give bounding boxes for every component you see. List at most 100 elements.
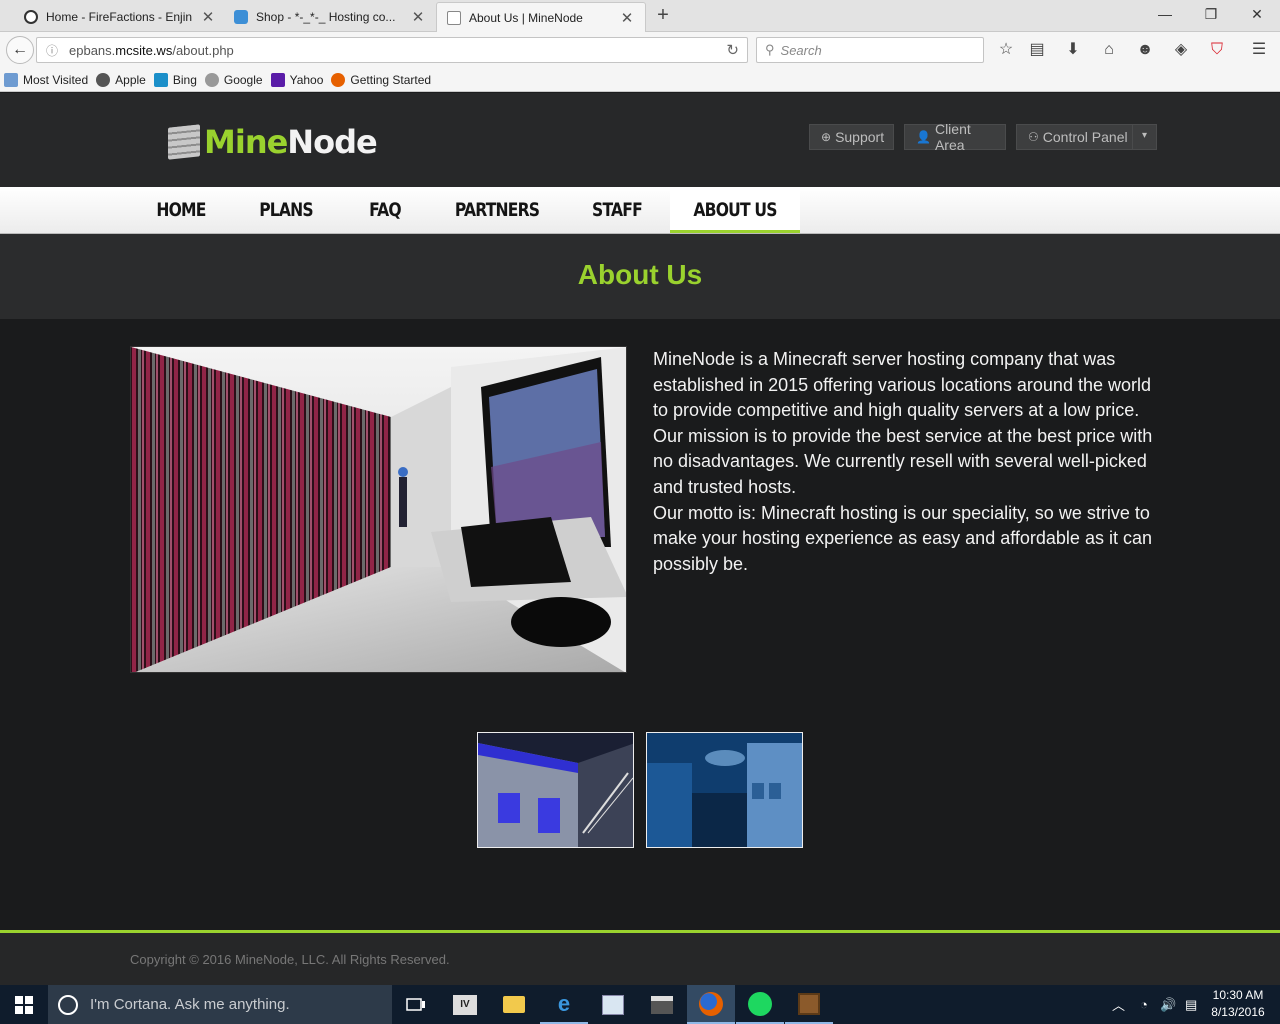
url-bar[interactable]: ⓘ epbans.mcsite.ws/about.php ↻ xyxy=(36,37,748,63)
logo-text-node: Node xyxy=(287,123,377,161)
close-tab-icon[interactable]: ✕ xyxy=(619,9,635,27)
apple-icon xyxy=(96,72,111,87)
new-tab-button[interactable]: + xyxy=(652,4,674,28)
search-icon: ⚲ xyxy=(765,42,775,57)
cortana-search-box[interactable]: I'm Cortana. Ask me anything. xyxy=(48,985,392,1024)
taskbar-spotify[interactable] xyxy=(736,985,784,1024)
taskbar-firefox[interactable] xyxy=(687,985,735,1024)
about-paragraph-2: Our mission is to provide the best servi… xyxy=(653,425,1153,497)
tab-shop[interactable]: Shop - *-_*-_ Hosting co... ✕ xyxy=(224,2,436,32)
task-view-icon xyxy=(406,997,425,1011)
bookmark-yahoo[interactable]: Yahoo xyxy=(270,72,323,87)
nav-partners[interactable]: PARTNERS xyxy=(450,187,543,233)
about-paragraph-1: MineNode is a Minecraft server hosting c… xyxy=(653,349,1151,421)
bookmark-most-visited[interactable]: Most Visited xyxy=(4,72,88,87)
search-input[interactable]: ⚲ Search xyxy=(756,37,984,63)
bookmark-getting-started[interactable]: Getting Started xyxy=(331,72,431,87)
bookmark-apple[interactable]: Apple xyxy=(96,72,146,87)
site-info-icon[interactable]: ⓘ xyxy=(41,42,63,59)
back-arrow-icon: ← xyxy=(12,41,28,58)
taskbar-file-explorer[interactable] xyxy=(490,985,538,1024)
gallery-thumbnail-facility[interactable] xyxy=(477,732,634,848)
chevron-up-icon: ︿ xyxy=(1112,998,1126,1013)
clapperboard-icon xyxy=(651,995,673,1014)
tab-firefactions[interactable]: Home - FireFactions - Enjin ✕ xyxy=(14,2,226,32)
taskbar-paint[interactable] xyxy=(589,985,637,1024)
yahoo-icon xyxy=(270,72,285,87)
nav-staff[interactable]: STAFF xyxy=(585,187,649,233)
lifebuoy-icon: ⊕ xyxy=(821,130,832,144)
datacenter-photo xyxy=(130,346,627,673)
clock-date: 8/13/2016 xyxy=(1211,1005,1265,1019)
shop-favicon-icon xyxy=(234,10,248,24)
action-center-icon[interactable]: ▤ xyxy=(1185,985,1197,1024)
globe-icon xyxy=(204,72,219,87)
close-window-button[interactable]: ✕ xyxy=(1234,0,1280,30)
gallery-thumbnail-server-room[interactable] xyxy=(646,732,803,848)
gamepad-icon: ⚇ xyxy=(1028,130,1039,144)
taskbar-edge[interactable]: e xyxy=(540,985,588,1024)
task-view-button[interactable] xyxy=(392,985,440,1024)
hello-chat-icon[interactable]: ☻ xyxy=(1133,40,1157,60)
close-tab-icon[interactable]: ✕ xyxy=(200,8,216,26)
copyright-text: Copyright © 2016 MineNode, LLC. All Righ… xyxy=(130,952,450,967)
chevron-down-icon[interactable]: ▾ xyxy=(1132,125,1156,149)
system-clock[interactable]: 10:30 AM 8/13/2016 xyxy=(1206,987,1270,1021)
tab-title: About Us | MineNode xyxy=(469,10,583,25)
search-placeholder: Search xyxy=(780,42,822,58)
menu-hamburger-icon[interactable]: ☰ xyxy=(1247,40,1271,60)
url-text: epbans.mcsite.ws/about.php xyxy=(69,42,234,58)
downloads-icon[interactable]: ⬇ xyxy=(1061,40,1085,60)
bookmark-bing[interactable]: Bing xyxy=(153,72,197,87)
client-area-button[interactable]: 👤 Client Area xyxy=(904,121,1006,153)
nav-home[interactable]: HOME xyxy=(147,187,214,233)
site-logo[interactable]: Mine Node xyxy=(168,123,378,161)
close-tab-icon[interactable]: ✕ xyxy=(410,8,426,26)
about-description: MineNode is a Minecraft server hosting c… xyxy=(653,347,1158,577)
about-paragraph-3: Our motto is: Minecraft hosting is our s… xyxy=(653,502,1152,574)
show-hidden-icons-button[interactable]: ︿ xyxy=(1112,985,1125,1024)
logo-text-mine: Mine xyxy=(204,123,288,161)
taskbar-minecraft[interactable] xyxy=(785,985,833,1024)
taskbar-app-mcedit[interactable]: IV xyxy=(441,985,489,1024)
support-button[interactable]: ⊕ Support xyxy=(809,124,894,150)
network-icon[interactable]: ◔ xyxy=(1140,985,1148,1024)
page-favicon-icon xyxy=(447,10,461,25)
control-panel-button[interactable]: ⚇ Control Panel ▾ xyxy=(1016,124,1157,150)
volume-icon[interactable]: 🔊 xyxy=(1160,985,1176,1024)
enjin-favicon-icon xyxy=(24,10,38,24)
windows-logo-icon xyxy=(15,995,33,1014)
tab-title: Home - FireFactions - Enjin xyxy=(46,10,193,24)
bookmarks-list-icon[interactable]: ▤ xyxy=(1025,40,1049,60)
bookmark-google[interactable]: Google xyxy=(204,72,263,87)
browser-toolbar: ← ⓘ epbans.mcsite.ws/about.php ↻ ⚲ Searc… xyxy=(0,32,1280,68)
paint-icon xyxy=(602,994,624,1015)
page-title: About Us xyxy=(577,259,703,290)
bookmark-star-icon[interactable]: ☆ xyxy=(994,40,1018,60)
folder-icon xyxy=(503,996,525,1013)
start-button[interactable] xyxy=(0,985,48,1024)
nav-faq[interactable]: FAQ xyxy=(356,187,413,233)
most-visited-icon xyxy=(4,72,18,87)
home-icon[interactable]: ⌂ xyxy=(1097,40,1121,60)
taskbar-app-clapper[interactable] xyxy=(638,985,686,1024)
server-logo-icon xyxy=(168,124,200,160)
minecraft-block-icon xyxy=(798,992,820,1015)
bookmarks-toolbar: Most Visited Apple Bing Google Yahoo Get… xyxy=(0,68,1280,92)
spotify-icon xyxy=(748,991,772,1016)
firefox-icon xyxy=(331,72,346,87)
tab-about-us[interactable]: About Us | MineNode ✕ xyxy=(436,2,646,32)
nav-plans[interactable]: PLANS xyxy=(252,187,319,233)
reload-icon[interactable]: ↻ xyxy=(726,41,739,59)
back-button[interactable]: ← xyxy=(6,36,34,64)
pocket-icon[interactable]: ◈ xyxy=(1169,40,1193,60)
firefox-taskbar-icon xyxy=(699,991,723,1016)
minimize-button[interactable]: — xyxy=(1142,0,1188,30)
ublock-shield-icon[interactable]: ⛉ xyxy=(1205,40,1229,60)
nav-about-us[interactable]: ABOUT US xyxy=(682,187,789,233)
app-tile-icon: IV xyxy=(453,994,477,1015)
restore-button[interactable]: ❐ xyxy=(1188,0,1234,30)
user-icon: 👤 xyxy=(916,130,931,144)
clock-time: 10:30 AM xyxy=(1212,988,1264,1002)
tab-title: Shop - *-_*-_ Hosting co... xyxy=(256,10,396,24)
